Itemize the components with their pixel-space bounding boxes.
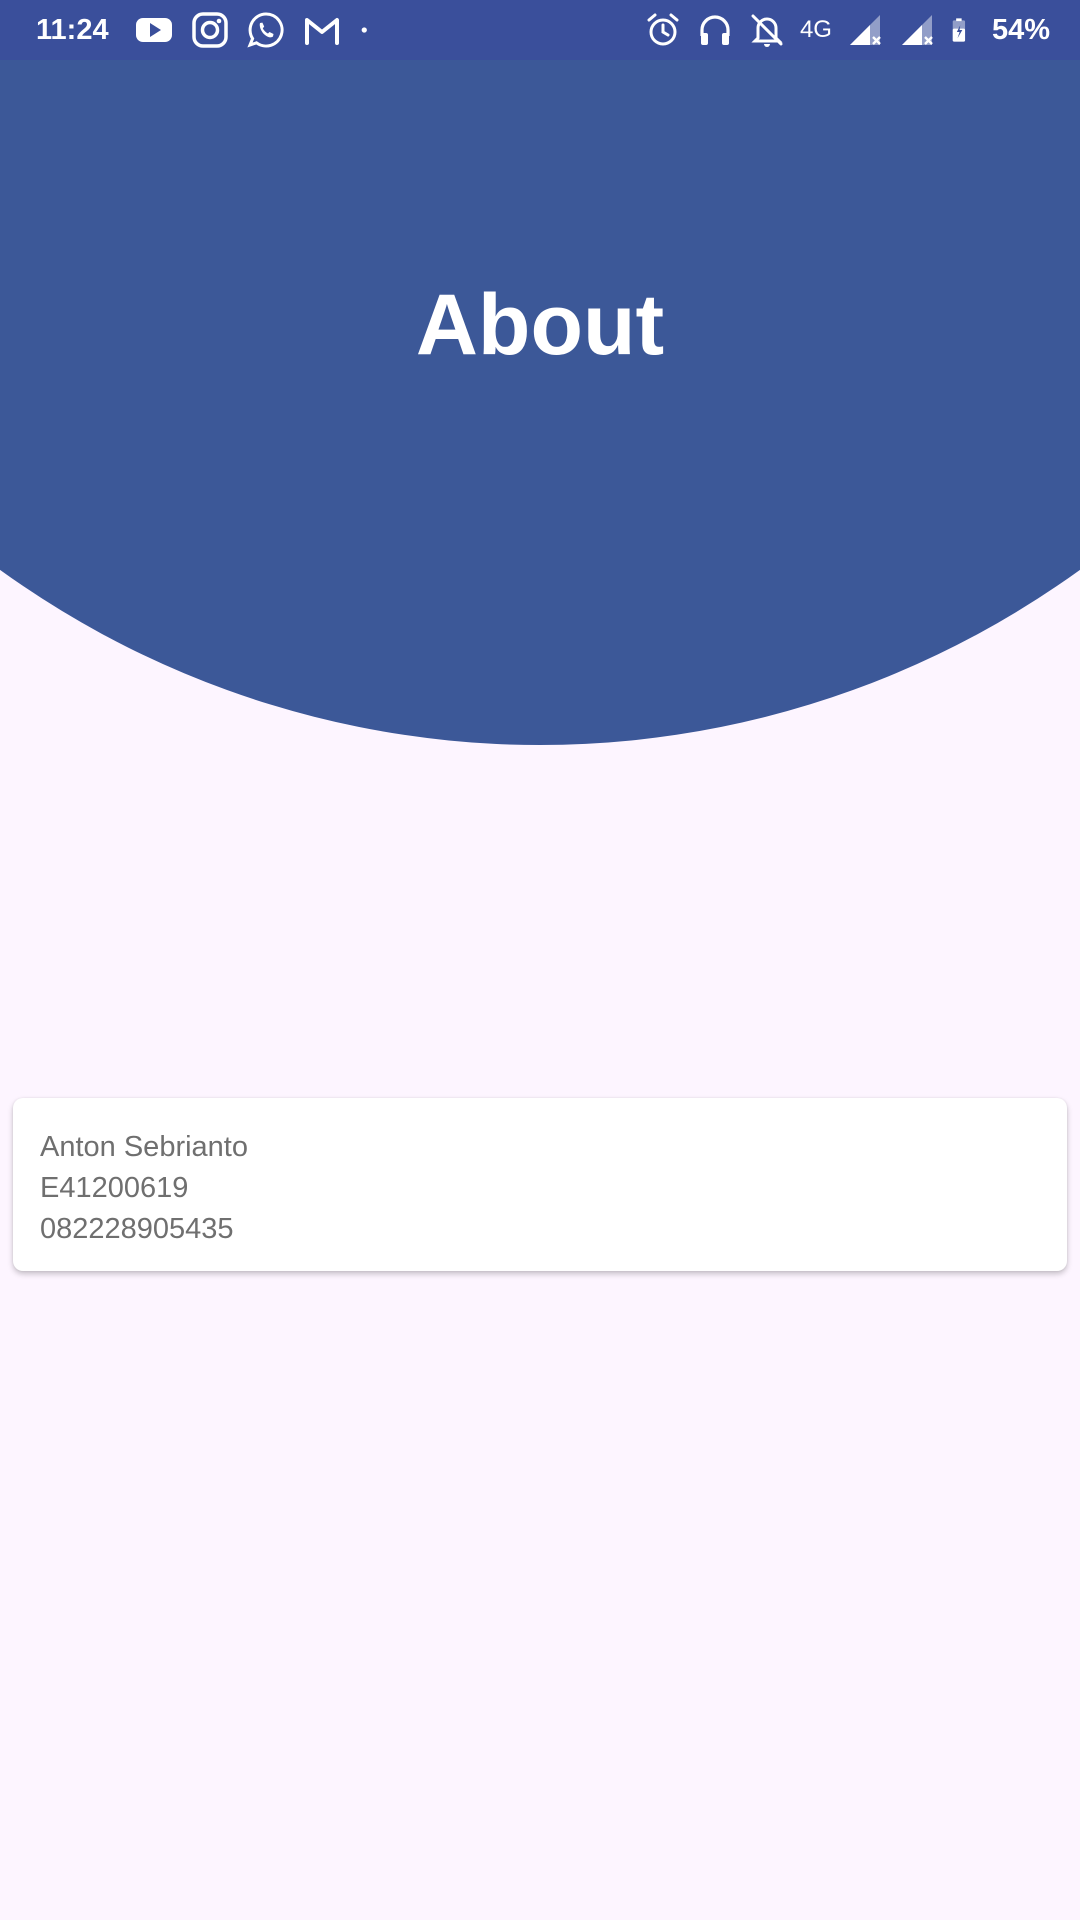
- page-title: About: [415, 277, 665, 373]
- battery-icon: [952, 18, 966, 42]
- notification-icons: [135, 11, 379, 49]
- gmail-icon: [305, 18, 339, 45]
- dot-icon: [361, 27, 367, 33]
- network-type: 4G: [799, 16, 832, 43]
- system-icons: 4G 54%: [644, 11, 1050, 49]
- status-bar: 11:24 4G 54%: [0, 0, 1080, 60]
- headphones-icon: [700, 15, 730, 45]
- whatsapp-icon: [247, 12, 284, 48]
- profile-phone: 082228905435: [40, 1213, 234, 1245]
- profile-name: Anton Sebrianto: [40, 1131, 248, 1163]
- alarm-icon: [647, 13, 679, 46]
- about-screen: 11:24 4G 54% About Anton Sebrianto E4120…: [0, 0, 1080, 1920]
- signal-icon: [901, 15, 933, 45]
- youtube-icon: [136, 18, 172, 42]
- profile-id: E41200619: [40, 1172, 189, 1204]
- battery-percent: 54%: [991, 14, 1050, 46]
- instagram-icon: [192, 12, 228, 48]
- signal-icon: [849, 15, 881, 45]
- profile-card: Anton Sebrianto E41200619 082228905435: [13, 1098, 1067, 1271]
- status-time: 11:24: [36, 14, 109, 46]
- bell-off-icon: [751, 14, 783, 47]
